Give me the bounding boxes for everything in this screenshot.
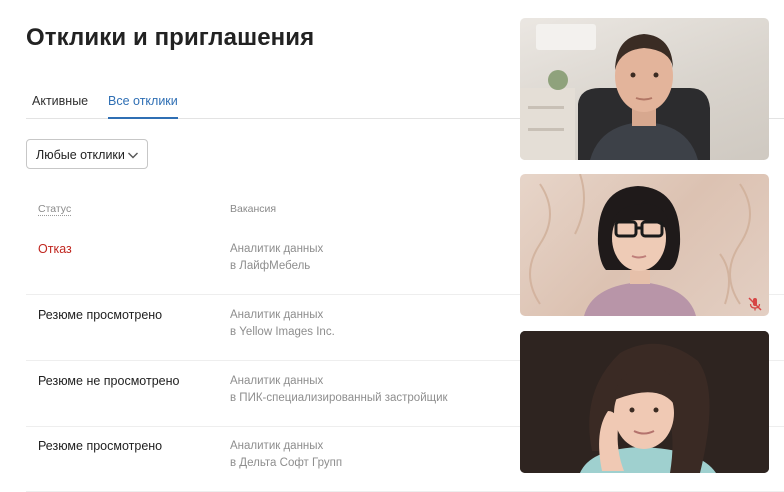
mic-off-icon (748, 297, 762, 311)
row-vacancy[interactable]: Аналитик данных в Дельта Софт Групп (230, 438, 342, 471)
vacancy-title: Аналитик данных (230, 243, 324, 255)
vacancy-title: Аналитик данных (230, 440, 324, 452)
participant-2-image (529, 174, 751, 316)
vacancy-title: Аналитик данных (230, 309, 324, 321)
participant-1-video[interactable] (520, 18, 769, 160)
vacancy-company: в ПИК-специализированный застройщик (230, 391, 448, 404)
filter-selected-value: Любые отклики (36, 148, 125, 162)
tab-active[interactable]: Активные (32, 94, 88, 117)
row-vacancy[interactable]: Аналитик данных в ЛайфМебель (230, 241, 323, 274)
participant-1-image (520, 24, 710, 160)
column-header-vacancy: Вакансия (230, 203, 277, 215)
responses-filter-dropdown[interactable]: Любые отклики (26, 139, 148, 169)
row-vacancy[interactable]: Аналитик данных в Yellow Images Inc. (230, 307, 335, 340)
vacancy-company: в Yellow Images Inc. (230, 325, 335, 338)
participant-2-video[interactable] (520, 174, 769, 316)
row-status: Резюме не просмотрено (38, 374, 180, 388)
chevron-down-icon (128, 152, 138, 159)
row-status: Резюме просмотрено (38, 439, 163, 453)
row-status: Резюме просмотрено (38, 308, 163, 322)
participant-3-video[interactable] (520, 331, 769, 473)
page-title: Отклики и приглашения (26, 24, 315, 51)
vacancy-company: в Дельта Софт Групп (230, 456, 343, 469)
row-vacancy[interactable]: Аналитик данных в ПИК-специализированный… (230, 373, 448, 406)
vacancy-title: Аналитик данных (230, 375, 324, 387)
participant-3-image (520, 331, 769, 473)
column-header-status[interactable]: Статус (38, 203, 71, 215)
row-status: Отказ (38, 242, 72, 256)
vacancy-company: в ЛайфМебель (230, 259, 311, 272)
tab-all-responses[interactable]: Все отклики (108, 94, 178, 119)
